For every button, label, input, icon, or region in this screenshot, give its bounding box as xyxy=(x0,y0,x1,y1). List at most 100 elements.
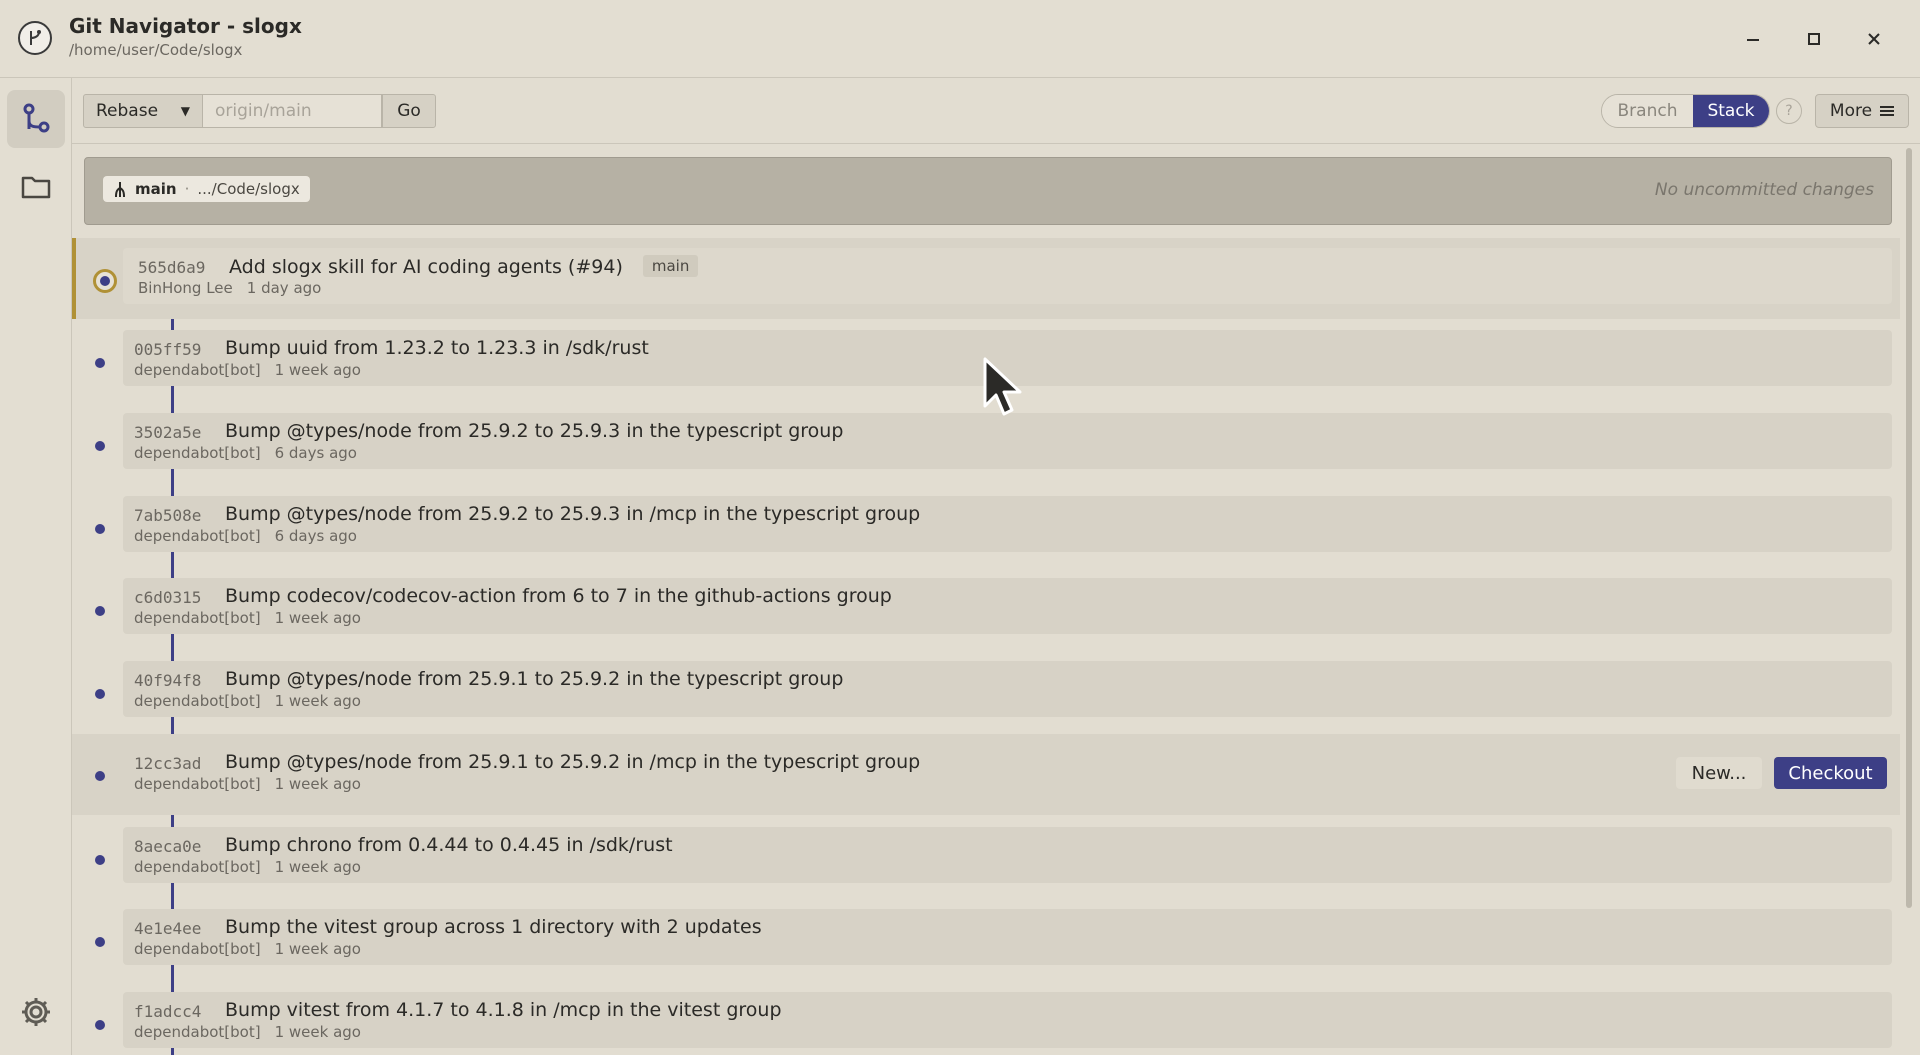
branch-name: main xyxy=(135,180,177,198)
commit-message-text: Add slogx skill for AI coding agents (#9… xyxy=(229,256,623,278)
new-branch-button[interactable]: New... xyxy=(1676,757,1762,789)
commit-dot xyxy=(95,606,105,616)
hamburger-icon xyxy=(1880,106,1895,116)
commit-hash: 8aeca0e xyxy=(134,837,202,856)
commit-dot xyxy=(95,855,105,865)
commit-author: dependabot[bot] xyxy=(134,361,261,379)
left-rail xyxy=(0,78,72,1055)
commit-dot xyxy=(95,937,105,947)
mouse-cursor-icon xyxy=(982,356,1028,422)
minimize-icon[interactable] xyxy=(1738,24,1768,54)
commit-message: Add slogx skill for AI coding agents (#9… xyxy=(229,255,699,278)
commit-row[interactable]: 565d6a9 Add slogx skill for AI coding ag… xyxy=(72,238,1900,319)
commit-meta: dependabot[bot] 6 days ago xyxy=(134,444,357,462)
commit-row[interactable]: 8aeca0e Bump chrono from 0.4.44 to 0.4.4… xyxy=(72,817,1900,898)
commit-author: dependabot[bot] xyxy=(134,692,261,710)
scrollbar[interactable] xyxy=(1906,148,1912,908)
head-marker-icon xyxy=(93,269,117,293)
commit-hash: 7ab508e xyxy=(134,506,202,525)
commit-author: dependabot[bot] xyxy=(134,858,261,876)
current-branch-pill[interactable]: main · .../Code/slogx xyxy=(103,176,310,202)
branch-tag: main xyxy=(642,255,699,277)
commit-message: Bump uuid from 1.23.2 to 1.23.3 in /sdk/… xyxy=(225,337,649,359)
toolbar: Rebase ▼ Go Branch Stack xyxy=(72,78,1920,144)
branch-icon xyxy=(115,182,125,198)
commit-meta: dependabot[bot] 1 week ago xyxy=(134,692,361,710)
action-select-value: Rebase xyxy=(96,101,159,121)
commit-dot xyxy=(95,358,105,368)
commit-row[interactable]: f1adcc4 Bump vitest from 4.1.7 to 4.1.8 … xyxy=(72,982,1900,1055)
commit-hash: 565d6a9 xyxy=(138,258,206,277)
commit-author: dependabot[bot] xyxy=(134,527,261,545)
commit-meta: dependabot[bot] 1 week ago xyxy=(134,775,361,793)
commit-date: 1 week ago xyxy=(274,775,361,793)
commit-hash: 005ff59 xyxy=(134,340,202,359)
commit-message: Bump the vitest group across 1 directory… xyxy=(225,916,762,938)
commit-date: 1 week ago xyxy=(274,609,361,627)
gear-icon[interactable] xyxy=(7,983,65,1041)
commit-date: 1 week ago xyxy=(274,940,361,958)
commit-dot xyxy=(95,771,105,781)
commit-hash: 4e1e4ee xyxy=(134,919,202,938)
app-logo-icon xyxy=(18,21,52,55)
commit-meta: dependabot[bot] 1 week ago xyxy=(134,609,361,627)
commit-row[interactable]: 4e1e4ee Bump the vitest group across 1 d… xyxy=(72,899,1900,980)
maximize-icon[interactable] xyxy=(1799,24,1829,54)
commit-message: Bump @types/node from 25.9.2 to 25.9.3 i… xyxy=(225,503,921,525)
commit-hash: f1adcc4 xyxy=(134,1002,202,1021)
commit-message: Bump @types/node from 25.9.2 to 25.9.3 i… xyxy=(225,420,844,442)
commit-author: BinHong Lee xyxy=(138,279,233,297)
commit-hash: 40f94f8 xyxy=(134,671,202,690)
more-label: More xyxy=(1829,101,1873,121)
commit-meta: dependabot[bot] 1 week ago xyxy=(134,1023,361,1041)
commit-hash: c6d0315 xyxy=(134,588,202,607)
commit-message: Bump vitest from 4.1.7 to 4.1.8 in /mcp … xyxy=(225,999,782,1021)
commit-message: Bump chrono from 0.4.44 to 0.4.45 in /sd… xyxy=(225,834,673,856)
commit-row[interactable]: c6d0315 Bump codecov/codecov-action from… xyxy=(72,568,1900,649)
view-stack-button[interactable]: Stack xyxy=(1693,95,1769,127)
commit-date: 1 day ago xyxy=(246,279,322,297)
commit-date: 6 days ago xyxy=(274,527,357,545)
commit-meta: dependabot[bot] 1 week ago xyxy=(134,361,361,379)
help-icon[interactable]: ? xyxy=(1776,98,1802,124)
window-subtitle: /home/user/Code/slogx xyxy=(69,41,243,59)
commit-date: 1 week ago xyxy=(274,361,361,379)
ref-input[interactable] xyxy=(202,94,382,128)
commit-dot xyxy=(95,441,105,451)
commit-author: dependabot[bot] xyxy=(134,444,261,462)
folder-icon[interactable] xyxy=(7,158,65,216)
commit-dot xyxy=(95,1020,105,1030)
commit-meta: dependabot[bot] 6 days ago xyxy=(134,527,357,545)
commit-dot xyxy=(95,689,105,699)
commit-message: Bump codecov/codecov-action from 6 to 7 … xyxy=(225,585,892,607)
commit-row[interactable]: 40f94f8 Bump @types/node from 25.9.1 to … xyxy=(72,651,1900,732)
commit-dot xyxy=(95,524,105,534)
commit-date: 6 days ago xyxy=(274,444,357,462)
view-toggle: Branch Stack xyxy=(1601,94,1770,128)
changes-status: No uncommitted changes xyxy=(1654,180,1874,200)
commit-row[interactable]: 12cc3ad Bump @types/node from 25.9.1 to … xyxy=(72,734,1900,815)
window-title: Git Navigator - slogx xyxy=(69,14,302,38)
commit-author: dependabot[bot] xyxy=(134,1023,261,1041)
checkout-button[interactable]: Checkout xyxy=(1774,757,1887,789)
view-branch-button[interactable]: Branch xyxy=(1602,95,1693,127)
commit-date: 1 week ago xyxy=(274,692,361,710)
repo-path: .../Code/slogx xyxy=(197,180,300,198)
more-button[interactable]: More xyxy=(1815,94,1909,128)
title-bar: Git Navigator - slogx /home/user/Code/sl… xyxy=(0,0,1920,78)
working-tree-status: main · .../Code/slogx No uncommitted cha… xyxy=(84,157,1892,225)
go-button[interactable]: Go xyxy=(382,94,436,128)
action-select[interactable]: Rebase ▼ xyxy=(83,94,203,128)
commit-hash: 12cc3ad xyxy=(134,754,202,773)
commit-meta: dependabot[bot] 1 week ago xyxy=(134,940,361,958)
commit-message: Bump @types/node from 25.9.1 to 25.9.2 i… xyxy=(225,751,921,773)
commit-date: 1 week ago xyxy=(274,858,361,876)
close-icon[interactable] xyxy=(1859,24,1889,54)
commit-author: dependabot[bot] xyxy=(134,940,261,958)
commit-row[interactable]: 7ab508e Bump @types/node from 25.9.2 to … xyxy=(72,486,1900,567)
git-graph-icon[interactable] xyxy=(7,90,65,148)
commit-author: dependabot[bot] xyxy=(134,609,261,627)
commit-meta: dependabot[bot] 1 week ago xyxy=(134,858,361,876)
chevron-down-icon: ▼ xyxy=(180,104,190,118)
commit-author: dependabot[bot] xyxy=(134,775,261,793)
